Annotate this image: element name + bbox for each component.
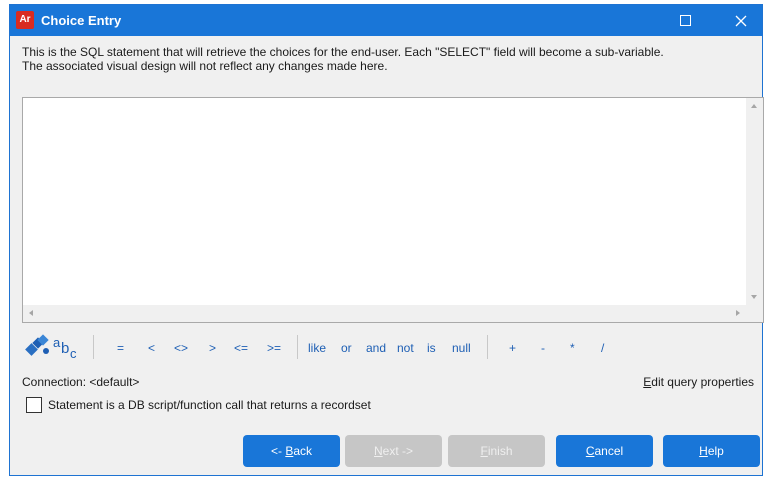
window-title: Choice Entry <box>41 13 122 28</box>
op-and-button[interactable]: and <box>366 341 386 355</box>
op-plus-button[interactable]: + <box>509 341 516 355</box>
op-greater-button[interactable]: > <box>209 341 216 355</box>
op-divide-button[interactable]: / <box>601 341 604 355</box>
cancel-label: ancel <box>594 444 624 458</box>
close-icon <box>735 15 747 26</box>
op-or-button[interactable]: or <box>341 341 352 355</box>
op-minus-button[interactable]: - <box>541 341 545 355</box>
help-button[interactable]: Help <box>663 435 760 467</box>
next-mnemonic: N <box>373 444 383 458</box>
finish-mnemonic: F <box>480 444 488 458</box>
db-script-checkbox-label: Statement is a DB script/function call t… <box>48 398 371 412</box>
op-equal-button[interactable]: = <box>117 341 124 355</box>
cancel-mnemonic: C <box>585 444 595 458</box>
scroll-left-icon[interactable] <box>29 310 33 316</box>
help-mnemonic: H <box>699 444 708 458</box>
finish-button[interactable]: Finish <box>448 435 545 467</box>
description-text: This is the SQL statement that will retr… <box>22 45 762 73</box>
next-button[interactable]: Next -> <box>345 435 442 467</box>
scroll-down-icon[interactable] <box>751 295 757 299</box>
app-logo-icon: Ar <box>16 11 34 29</box>
op-greater-equal-button[interactable]: >= <box>267 341 281 355</box>
db-script-checkbox[interactable] <box>26 397 42 413</box>
query-builder-button[interactable] <box>24 333 52 362</box>
sql-editor[interactable] <box>22 97 764 323</box>
op-is-button[interactable]: is <box>427 341 436 355</box>
svg-text:b: b <box>61 340 69 357</box>
connection-label: Connection: <default> <box>22 375 140 389</box>
maximize-icon <box>679 15 691 26</box>
spell-check-button[interactable]: a b c <box>52 334 86 363</box>
toolbar-separator <box>297 335 298 359</box>
help-label: elp <box>707 444 724 458</box>
op-less-equal-button[interactable]: <= <box>234 341 248 355</box>
description-line-1: This is the SQL statement that will retr… <box>22 45 664 59</box>
next-label: ext -> <box>382 444 414 458</box>
finish-label: inish <box>487 444 513 458</box>
title-bar: Ar Choice Entry <box>10 5 762 36</box>
choice-entry-dialog: Ar Choice Entry This is the SQL statemen… <box>9 4 764 476</box>
horizontal-scrollbar[interactable] <box>23 305 746 322</box>
op-null-button[interactable]: null <box>452 341 471 355</box>
toolbar-separator <box>487 335 488 359</box>
sql-operator-toolbar: a b c = < <> > <= >= like or and not is … <box>24 331 764 363</box>
op-not-equal-button[interactable]: <> <box>174 341 188 355</box>
scroll-right-icon[interactable] <box>736 310 740 316</box>
description-line-2: The associated visual design will not re… <box>22 59 388 73</box>
svg-text:a: a <box>53 335 61 350</box>
close-button[interactable] <box>718 5 764 36</box>
svg-text:c: c <box>70 346 77 360</box>
op-not-button[interactable]: not <box>397 341 414 355</box>
spell-check-icon: a b c <box>53 335 77 361</box>
scroll-up-icon[interactable] <box>751 104 757 108</box>
edit-query-label: dit query properties <box>651 375 754 389</box>
scrollbar-corner <box>746 305 763 322</box>
edit-query-properties-link[interactable]: Edit query properties <box>643 375 754 389</box>
db-script-option[interactable]: Statement is a DB script/function call t… <box>26 397 371 413</box>
back-prefix: <- <box>270 444 286 458</box>
op-less-button[interactable]: < <box>148 341 155 355</box>
back-button[interactable]: <- Back <box>243 435 340 467</box>
op-like-button[interactable]: like <box>308 341 326 355</box>
satellite-icon <box>25 334 49 356</box>
back-label: ack <box>293 444 313 458</box>
back-mnemonic: B <box>285 444 294 458</box>
maximize-button[interactable] <box>662 5 708 36</box>
cancel-button[interactable]: Cancel <box>556 435 653 467</box>
vertical-scrollbar[interactable] <box>746 98 763 305</box>
toolbar-separator <box>93 335 94 359</box>
op-multiply-button[interactable]: * <box>570 341 575 355</box>
